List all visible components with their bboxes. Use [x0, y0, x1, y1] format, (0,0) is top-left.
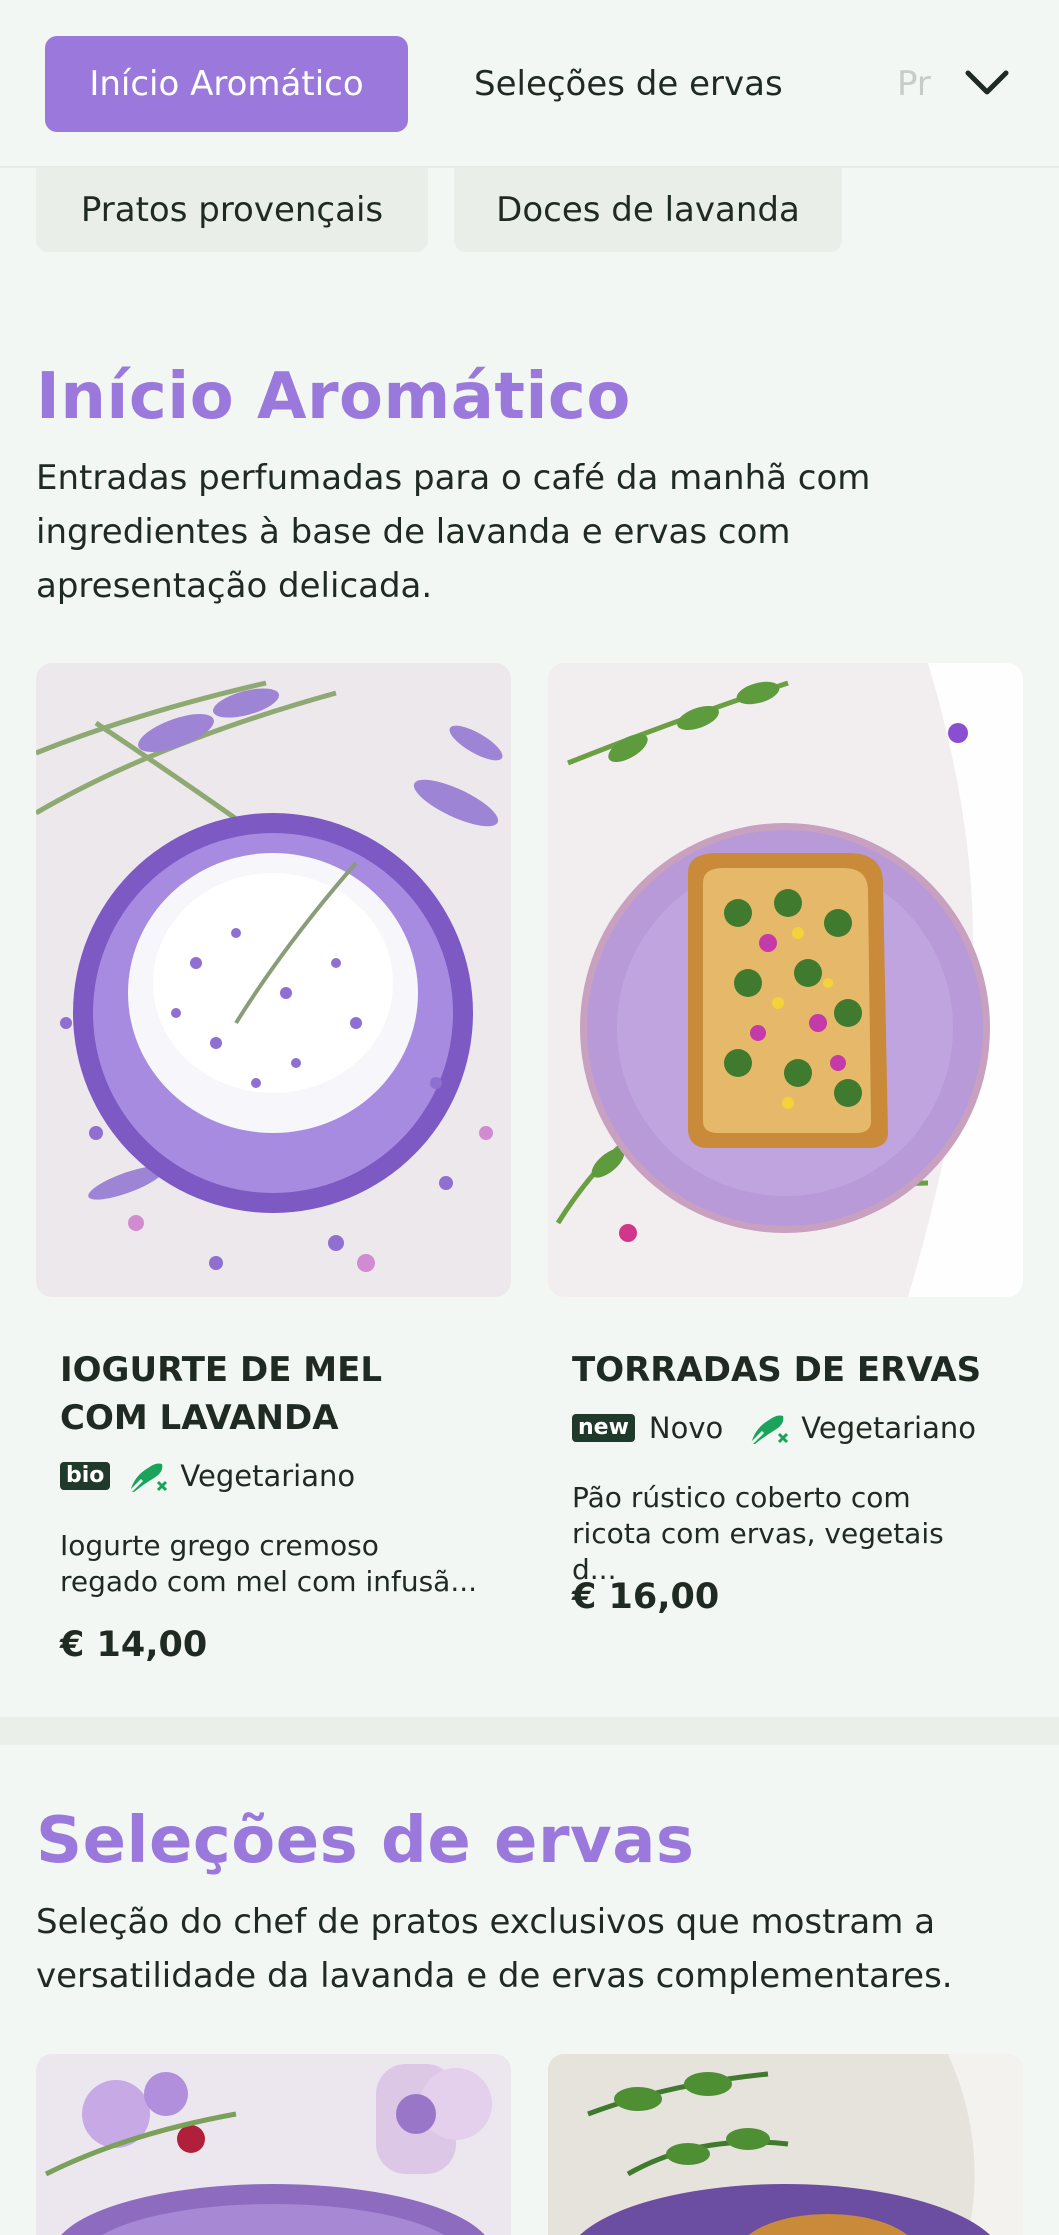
- section-description: Entradas perfumadas para o café da manhã…: [36, 458, 871, 606]
- menu-item-tags: new Novo Vegetariano: [572, 1408, 998, 1448]
- vegetarian-icon: [129, 1463, 168, 1494]
- tab-truncated[interactable]: Pr: [897, 36, 933, 132]
- section-divider: [0, 1717, 1059, 1745]
- menu-item-price: € 16,00: [572, 1577, 720, 1617]
- bio-badge: bio: [60, 1462, 111, 1490]
- menu-item-tags: bio Vegetariano: [60, 1456, 377, 1496]
- menu-item-image[interactable]: [36, 663, 511, 1297]
- new-badge: new: [572, 1414, 635, 1442]
- new-label: Novo: [648, 1411, 724, 1445]
- tab-doces-de-lavanda[interactable]: Doces de lavanda: [454, 168, 842, 252]
- chevron-down-icon[interactable]: [962, 58, 1012, 108]
- menu-item-title[interactable]: IOGURTE DE MEL COM LAVANDA: [60, 1346, 480, 1442]
- vegetarian-label: Vegetariano: [801, 1411, 976, 1445]
- category-nav: Início Aromático Seleções de ervas Pr: [0, 0, 1059, 168]
- tab-inicio-aromatico[interactable]: Início Aromático: [45, 36, 408, 132]
- menu-item-price: € 14,00: [60, 1625, 208, 1665]
- menu-item-description: Pão rústico coberto com ricota com ervas…: [572, 1481, 944, 1586]
- section-description: Seleção do chef de pratos exclusivos que…: [36, 1902, 953, 1996]
- menu-item-title[interactable]: TORRADAS DE ERVAS: [572, 1346, 992, 1394]
- tab-pratos-provencais[interactable]: Pratos provençais: [36, 168, 428, 252]
- section-title: Seleções de ervas: [36, 1804, 695, 1878]
- menu-item-description: Iogurte grego cremoso regado com mel com…: [60, 1529, 478, 1598]
- section-title: Início Aromático: [36, 360, 631, 434]
- menu-item-image[interactable]: [548, 2054, 1023, 2235]
- vegetarian-label: Vegetariano: [180, 1459, 356, 1493]
- tab-selecoes-de-ervas[interactable]: Seleções de ervas: [474, 36, 783, 132]
- vegetarian-icon: [750, 1415, 789, 1446]
- menu-item-image[interactable]: [548, 663, 1023, 1297]
- menu-item-image[interactable]: [36, 2054, 511, 2235]
